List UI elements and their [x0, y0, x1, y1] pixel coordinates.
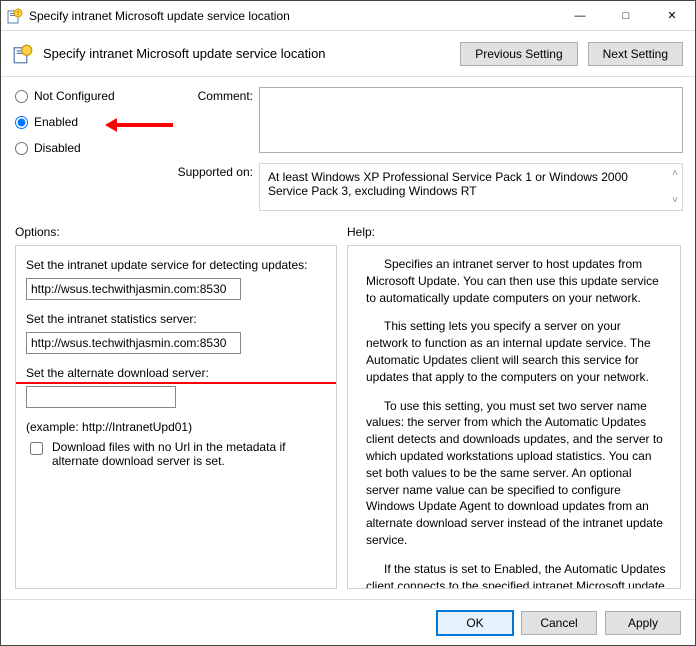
arrow-annotation — [105, 118, 173, 132]
dialog-window: Specify intranet Microsoft update servic… — [0, 0, 696, 646]
dialog-footer: OK Cancel Apply — [1, 599, 695, 645]
radio-not-configured-input[interactable] — [15, 90, 28, 103]
cancel-button[interactable]: Cancel — [521, 611, 597, 635]
radio-label: Not Configured — [34, 89, 115, 103]
help-paragraph: If the status is set to Enabled, the Aut… — [366, 561, 666, 589]
maximize-button[interactable]: □ — [603, 1, 649, 31]
radio-label: Disabled — [34, 141, 81, 155]
radio-disabled-input[interactable] — [15, 142, 28, 155]
apply-button[interactable]: Apply — [605, 611, 681, 635]
alt-download-input[interactable] — [26, 386, 176, 408]
minimize-button[interactable]: — — [557, 1, 603, 31]
stats-server-label: Set the intranet statistics server: — [26, 312, 326, 326]
main-area: Set the intranet update service for dete… — [1, 245, 695, 599]
comment-label: Comment: — [161, 87, 253, 103]
download-no-url-checkbox[interactable] — [30, 442, 43, 455]
options-label: Options: — [15, 225, 347, 239]
next-setting-button[interactable]: Next Setting — [588, 42, 683, 66]
radio-enabled[interactable]: Enabled — [15, 115, 155, 129]
radio-not-configured[interactable]: Not Configured — [15, 89, 155, 103]
help-label: Help: — [347, 225, 375, 239]
comment-textarea[interactable] — [259, 87, 683, 153]
supported-on-text: At least Windows XP Professional Service… — [268, 170, 628, 198]
alt-download-label: Set the alternate download server: — [26, 366, 326, 380]
help-paragraph: This setting lets you specify a server o… — [366, 318, 666, 385]
chevron-up-icon: ˄ — [672, 168, 678, 179]
radio-enabled-input[interactable] — [15, 116, 28, 129]
titlebar: Specify intranet Microsoft update servic… — [1, 1, 695, 31]
header-title: Specify intranet Microsoft update servic… — [43, 46, 450, 61]
help-paragraph: To use this setting, you must set two se… — [366, 398, 666, 549]
chevron-down-icon: ˅ — [672, 195, 678, 206]
state-radio-group: Not Configured Enabled Disabled — [15, 87, 155, 155]
policy-state-section: Not Configured Enabled Disabled Comment:… — [1, 77, 695, 215]
section-labels: Options: Help: — [1, 215, 695, 245]
radio-disabled[interactable]: Disabled — [15, 141, 155, 155]
supported-on-label: Supported on: — [161, 163, 253, 179]
policy-icon — [7, 8, 23, 24]
help-paragraph: Specifies an intranet server to host upd… — [366, 256, 666, 306]
window-title: Specify intranet Microsoft update servic… — [29, 9, 557, 23]
example-text: (example: http://IntranetUpd01) — [26, 420, 326, 434]
previous-setting-button[interactable]: Previous Setting — [460, 42, 577, 66]
ok-button[interactable]: OK — [437, 611, 513, 635]
update-service-label: Set the intranet update service for dete… — [26, 258, 326, 272]
radio-label: Enabled — [34, 115, 78, 129]
supported-on-box: At least Windows XP Professional Service… — [259, 163, 683, 211]
options-panel: Set the intranet update service for dete… — [15, 245, 337, 589]
close-button[interactable]: ✕ — [649, 1, 695, 31]
download-no-url-label: Download files with no Url in the metada… — [52, 440, 326, 468]
stats-server-input[interactable] — [26, 332, 241, 354]
policy-icon — [13, 44, 33, 64]
update-service-input[interactable] — [26, 278, 241, 300]
download-no-url-row[interactable]: Download files with no Url in the metada… — [26, 440, 326, 468]
help-panel[interactable]: Specifies an intranet server to host upd… — [347, 245, 681, 589]
header-row: Specify intranet Microsoft update servic… — [1, 31, 695, 77]
